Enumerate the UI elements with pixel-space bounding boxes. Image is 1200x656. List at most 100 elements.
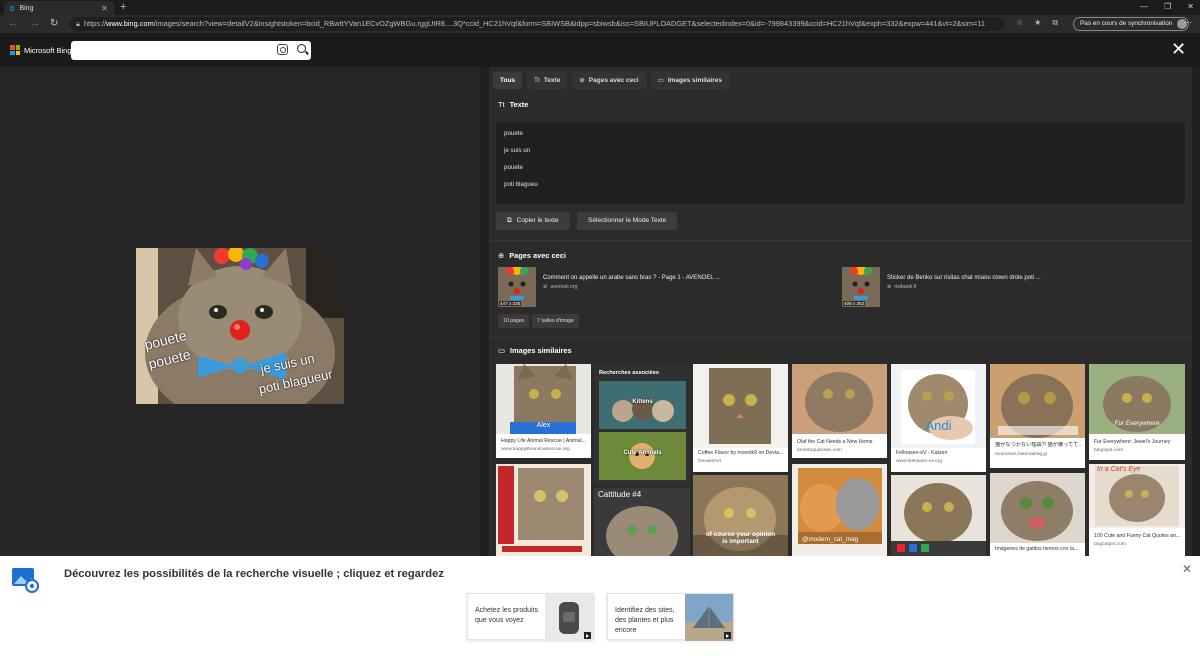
related-search-cute-animals[interactable]: Cute Animals xyxy=(599,432,686,480)
card-caption: 100 Cute and Funny Cat Quotes an... xyxy=(1094,533,1181,539)
cat-photo xyxy=(1095,466,1179,526)
window-close-icon[interactable]: ✕ xyxy=(1187,2,1194,11)
similar-image: Andi xyxy=(891,364,986,448)
promo-card-shopping[interactable]: Achetez les produits que vous voyez xyxy=(467,593,594,641)
maximize-icon[interactable]: ❐ xyxy=(1164,2,1171,11)
image-icon: ▭ xyxy=(498,346,505,355)
similar-image-card[interactable]: Olaf the Cat Needs a New Home torontogua… xyxy=(792,364,887,458)
similar-image-card[interactable]: Fur Everywhere Fur Everywhere: Jewel's J… xyxy=(1089,364,1185,460)
page-source-label: risibank.fr xyxy=(894,284,917,290)
image-search-icon xyxy=(12,568,39,593)
card-overlay-text: of course your opinion is important xyxy=(705,531,776,545)
card-source: DeviantArt xyxy=(698,459,721,464)
text-line: je suis un xyxy=(504,147,531,154)
cat-photo xyxy=(891,475,986,556)
close-detail-view-icon[interactable]: ✕ xyxy=(1171,40,1186,58)
image-sizes-chip[interactable]: 7 tailles d'image xyxy=(532,314,580,328)
main-cat-image[interactable]: pouete pouete je suis un poti blagueur xyxy=(136,248,344,404)
similar-image-card[interactable] xyxy=(891,475,986,556)
minimize-icon[interactable]: — xyxy=(1140,2,1148,11)
similar-image-card[interactable]: Cattitude #4 xyxy=(594,488,690,556)
url-path: /images/search?view=detailV2&insightstok… xyxy=(153,19,985,28)
copy-text-button[interactable]: ⧉ Copier le texte xyxy=(496,212,570,230)
search-input[interactable] xyxy=(71,41,311,60)
lock-icon: 🔒︎ xyxy=(76,19,80,28)
image-preview-pane: pouete pouete je suis un poti blagueur xyxy=(0,67,480,556)
cat-photo xyxy=(990,473,1085,543)
microsoft-logo-icon xyxy=(10,45,20,55)
similar-image-card[interactable]: Coffee Flavor by moonik9 on Devia... Dev… xyxy=(693,364,788,472)
url-field[interactable]: 🔒︎ https://www.bing.com/images/search?vie… xyxy=(70,17,1005,31)
sync-status-button[interactable]: Pas en cours de synchronisation xyxy=(1073,17,1190,31)
new-tab-icon[interactable]: + xyxy=(120,1,126,13)
extracted-text-box[interactable]: pouete je suis un pouete poti blagueu xyxy=(496,123,1185,204)
favorites-list-icon[interactable]: ★ xyxy=(1034,18,1041,28)
more-options-icon[interactable]: ⋯ xyxy=(1183,17,1192,28)
text-section-title: Tt Texte xyxy=(498,100,528,109)
page-result-thumbnail: 408 x 352 xyxy=(842,267,880,307)
card-overlay-text: Andi xyxy=(925,418,952,433)
browser-tab-title: Bing xyxy=(19,4,34,12)
tab-close-icon[interactable]: ✕ xyxy=(101,4,108,13)
similar-image-card[interactable]: Alex Happy Life Animal Rescue | Animal..… xyxy=(496,364,591,458)
collections-icon[interactable]: ⧉ xyxy=(1052,18,1058,28)
visual-search-promo-icon xyxy=(10,564,40,594)
related-search-label: Kittens xyxy=(632,399,653,405)
promo-close-icon[interactable]: ✕ xyxy=(1182,562,1192,576)
text-icon: Tt xyxy=(498,100,505,109)
back-arrow-icon[interactable]: ← xyxy=(8,18,18,29)
browser-tab[interactable]: b Bing ✕ xyxy=(4,1,114,15)
card-caption: Imágenes de gatitos tiernos con la... xyxy=(995,546,1079,552)
text-icon: Tt xyxy=(534,77,540,84)
card-caption: Fur Everywhere: Jewel's Journey xyxy=(1094,439,1171,445)
text-line: pouete xyxy=(504,164,523,171)
section-divider xyxy=(489,240,1192,241)
address-bar-icons: ☆ ★ ⧉ xyxy=(1016,18,1058,28)
text-section-title-label: Texte xyxy=(509,100,529,109)
similar-image-card[interactable]: @modern_cat_mag xyxy=(792,464,887,556)
pages-icon: ⊕ xyxy=(579,77,585,84)
related-search-kittens[interactable]: Kittens xyxy=(599,381,686,429)
similar-image-card[interactable]: Andi Fellnasen-eV - Katzen www.fellnasen… xyxy=(891,364,986,472)
copy-icon: ⧉ xyxy=(507,217,512,224)
page-result-title[interactable]: Sticker de Benko sur risitas chat miaou … xyxy=(887,275,1041,281)
page-result-title[interactable]: Comment on appelle un arabe sans bras ? … xyxy=(543,275,720,281)
tab-pages-label: Pages avec ceci xyxy=(588,77,639,84)
globe-icon: ⊕ xyxy=(887,284,892,290)
card-source: momosan.hatenablog.jp xyxy=(995,452,1048,457)
card-overlay-text: Cattitude #4 xyxy=(598,490,642,499)
play-icon xyxy=(724,632,731,639)
forward-arrow-icon[interactable]: → xyxy=(30,18,40,29)
refresh-icon[interactable]: ↻ xyxy=(50,18,58,29)
play-icon xyxy=(584,632,591,639)
card-source: www.happylifeanimalrescue.org xyxy=(501,447,570,452)
similar-section-title: ▭ Images similaires xyxy=(498,346,572,355)
similar-image-card[interactable]: Imágenes de gatitos tiernos con la... xyxy=(990,473,1085,556)
text-line: poti blagueu xyxy=(504,181,538,188)
image-dimensions: 408 x 352 xyxy=(843,301,866,306)
similar-image-card[interactable] xyxy=(496,464,591,556)
microsoft-bing-logo[interactable]: Microsoft Bing xyxy=(10,45,72,55)
tab-text[interactable]: Tt Texte xyxy=(527,72,568,89)
page-result[interactable]: 447 x 335 Comment on appelle un arabe sa… xyxy=(498,267,838,307)
search-icon[interactable] xyxy=(297,44,306,53)
promo-card-landmarks[interactable]: Identifiez des sites, des plantes et plu… xyxy=(607,593,734,641)
tab-pages[interactable]: ⊕ Pages avec ceci xyxy=(572,72,646,89)
pages-count-chip[interactable]: 10 pages xyxy=(498,314,530,328)
similar-image: Alex xyxy=(496,364,591,434)
page-result[interactable]: 408 x 352 Sticker de Benko sur risitas c… xyxy=(842,267,1182,307)
similar-image xyxy=(990,473,1085,543)
window-controls: — ❐ ✕ xyxy=(1140,2,1194,11)
promo-card-text: Achetez les produits que vous voyez xyxy=(475,607,539,624)
tab-similar-images[interactable]: ▭ Images similaires xyxy=(650,72,730,89)
tab-all[interactable]: Tous xyxy=(493,72,523,89)
similar-image-card[interactable]: of course your opinion is important xyxy=(693,475,788,556)
card-caption: 猫がなつかない理由?! 猫が嫌ってて... xyxy=(995,442,1081,448)
similar-image-card[interactable]: 猫がなつかない理由?! 猫が嫌ってて... momosan.hatenablog… xyxy=(990,364,1085,468)
select-text-mode-button[interactable]: Sélectionner le Mode Texte xyxy=(577,212,678,230)
address-bar-row: ← → ↻ 🔒︎ https://www.bing.com/images/sear… xyxy=(0,15,1200,33)
favorite-star-icon[interactable]: ☆ xyxy=(1016,18,1023,28)
similar-image-card[interactable]: In a Cat's Eye 100 Cute and Funny Cat Qu… xyxy=(1089,464,1185,556)
similar-image xyxy=(693,364,788,448)
visual-search-icon[interactable] xyxy=(277,44,288,55)
